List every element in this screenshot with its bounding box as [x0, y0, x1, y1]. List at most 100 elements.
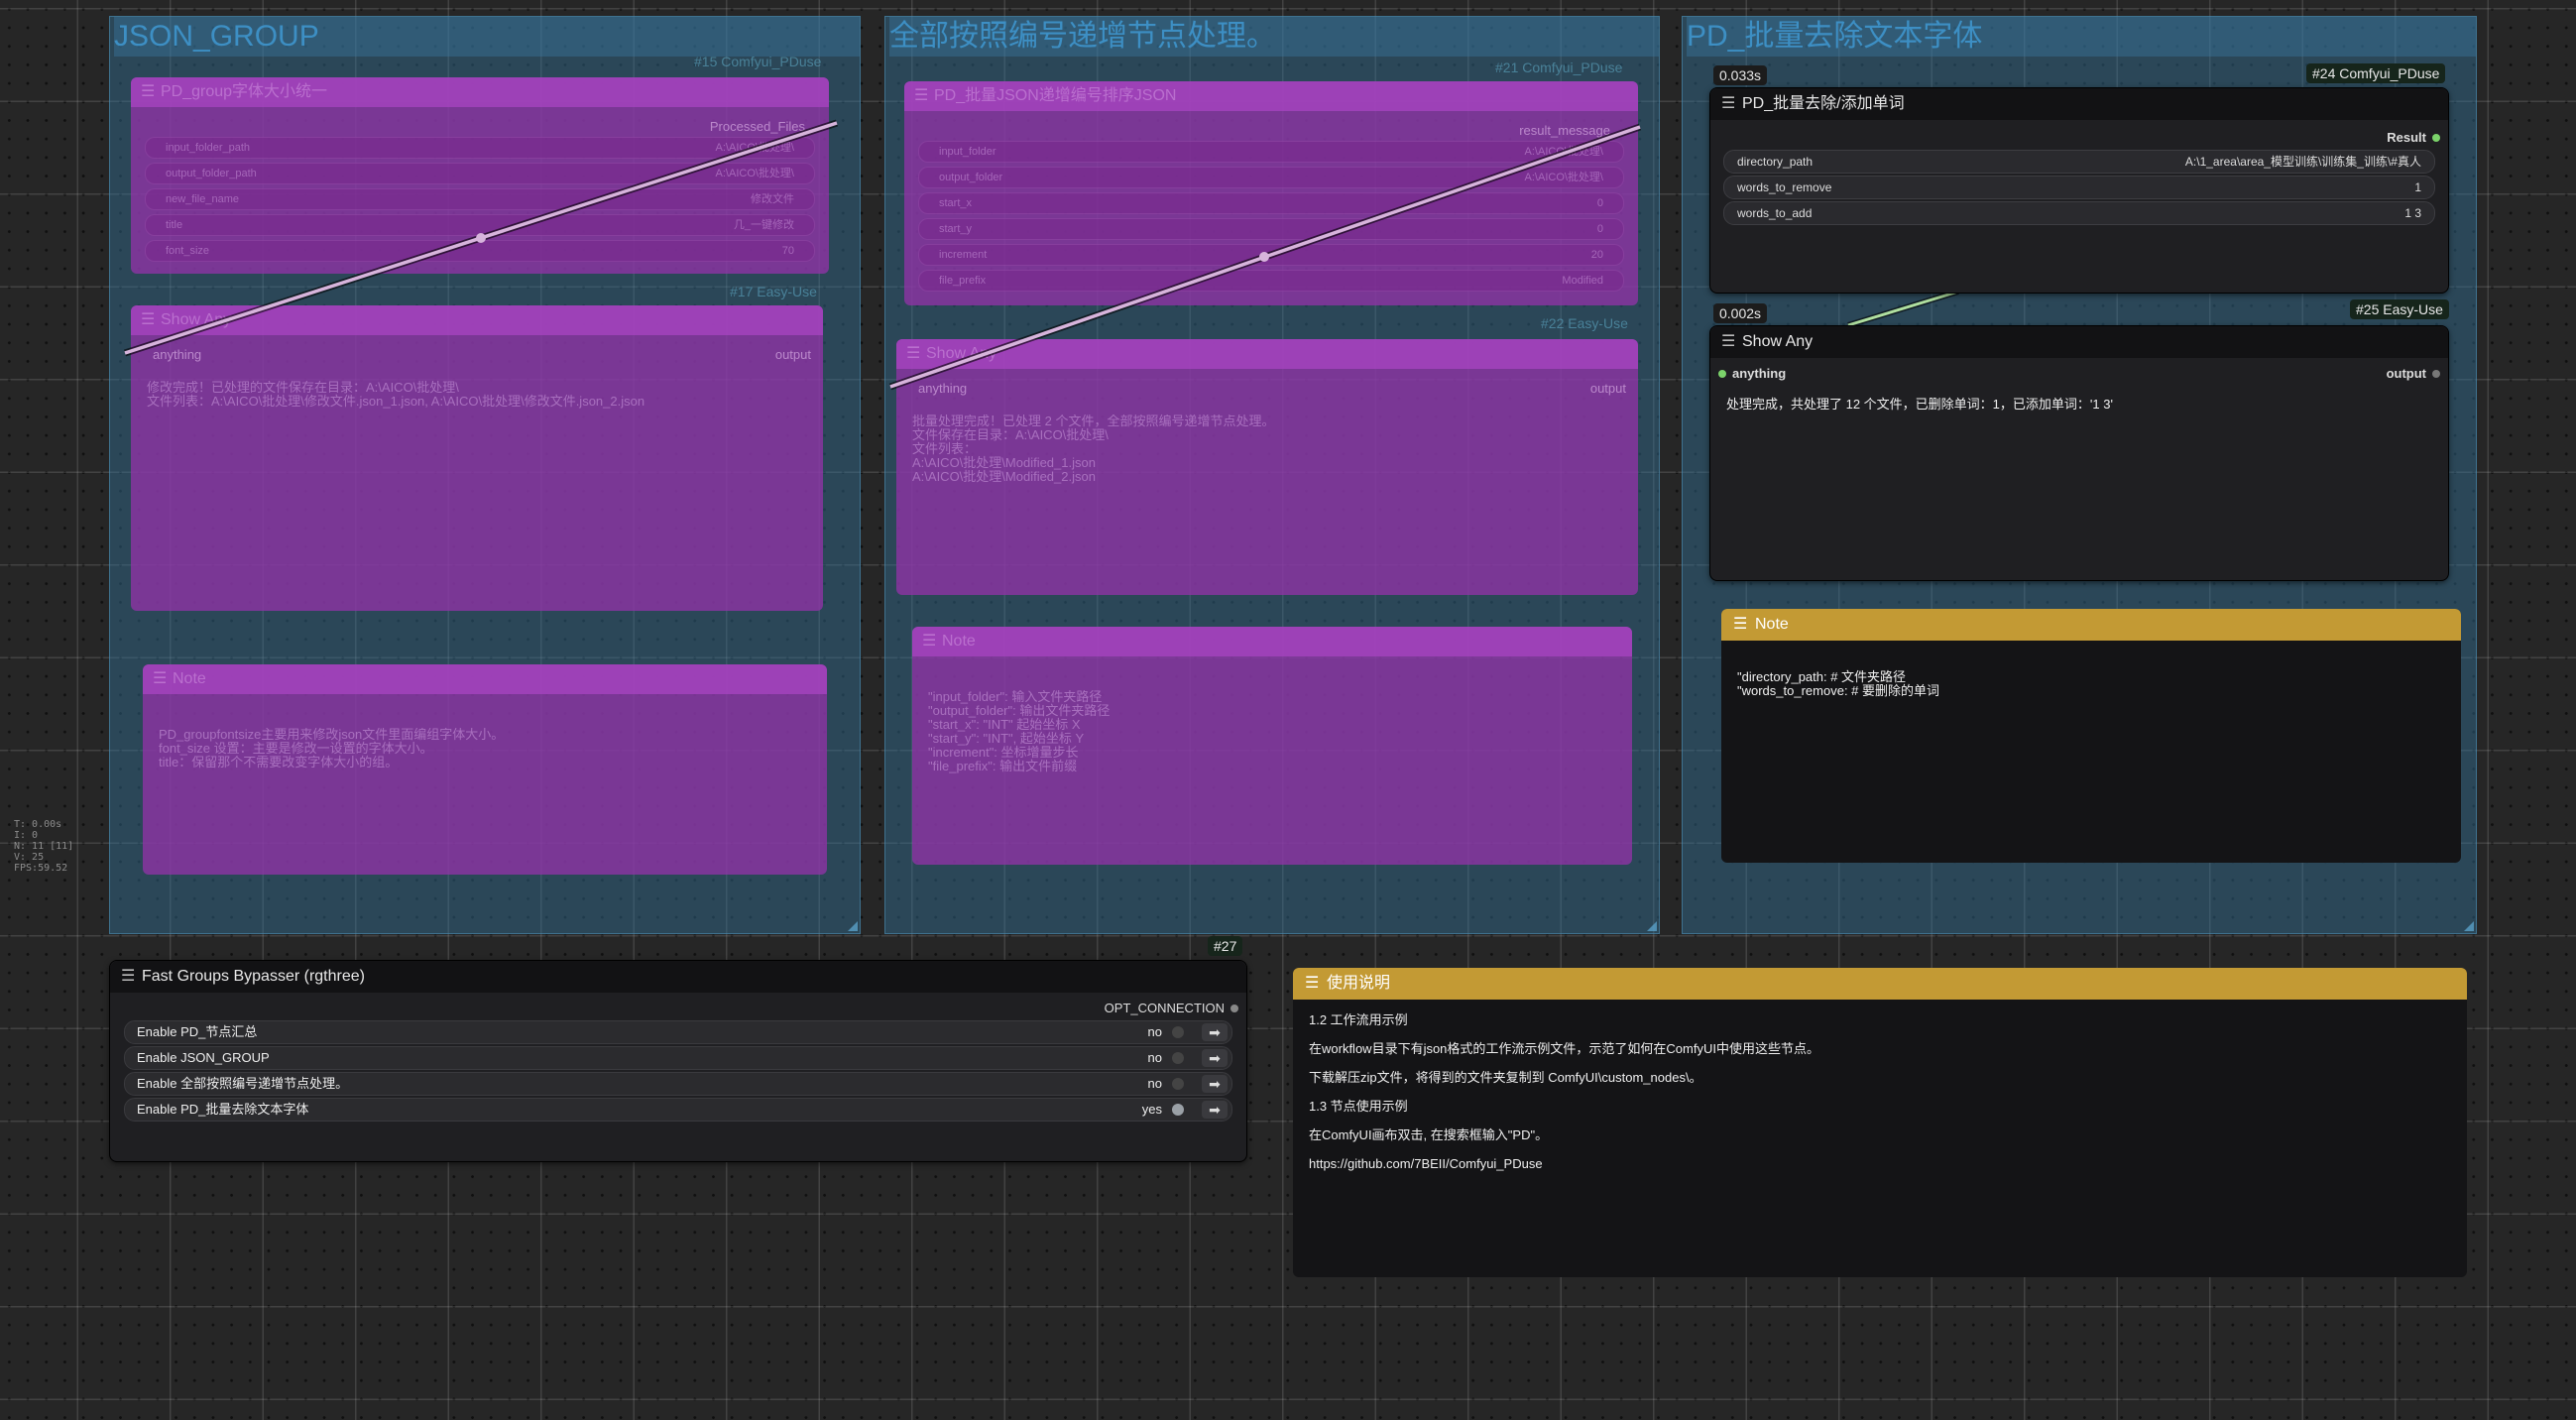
node-id-badge: #24 Comfyui_PDuse — [2306, 63, 2446, 83]
node-title: Show Any — [161, 311, 232, 328]
group-resize-handle[interactable] — [2464, 921, 2474, 931]
hamburger-icon[interactable]: ☰ — [141, 305, 155, 335]
output-slot-label: output — [1589, 381, 1626, 396]
group-title[interactable]: 全部按照编号递增节点处理。 — [889, 17, 1659, 57]
node-id-badge: #22 Easy-Use — [1541, 315, 1628, 331]
node-title: PD_批量去除/添加单词 — [1742, 95, 1905, 112]
widget-start-y[interactable]: start_y 0 — [918, 218, 1624, 240]
node-title: 使用说明 — [1327, 975, 1391, 992]
group-resize-handle[interactable] — [848, 921, 858, 931]
node-note-3[interactable]: ☰ Note "directory_path: # 文件夹路径 "words_to… — [1721, 609, 2461, 863]
usage-line: 在workflow目录下有json格式的工作流示例文件，示范了如何在ComfyU… — [1309, 1041, 1819, 1056]
toggle-dot[interactable] — [1172, 1078, 1184, 1090]
node-group-font-size[interactable]: ☰ PD_group字体大小统一 Processed_Files input_fo… — [131, 77, 829, 274]
execution-time-badge: 0.033s — [1713, 65, 1768, 85]
node-fast-groups-bypasser[interactable]: ☰ Fast Groups Bypasser (rgthree) OPT_CONN… — [109, 960, 1247, 1162]
node-show-any-25[interactable]: ☰ Show Any anything output 处理完成，共处理了 12 个… — [1709, 325, 2449, 581]
node-note-2[interactable]: ☰ Note "input_folder": 输入文件夹路径 "output_fo… — [912, 627, 1632, 865]
note-text: "directory_path: # 文件夹路径 "words_to_remov… — [1737, 669, 1940, 698]
input-slot-label: anything — [918, 381, 968, 396]
render-stats: T: 0.00s I: 0 N: 11 [11] V: 25 FPS:59.52 — [14, 819, 74, 874]
output-slot-label: output — [2386, 366, 2426, 381]
arrow-right-icon[interactable]: ➡ — [1202, 1101, 1228, 1119]
output-slot-label: output — [774, 347, 811, 362]
node-title: Show Any — [1742, 333, 1814, 350]
usage-line: 在ComfyUI画布双击, 在搜索框输入"PD"。 — [1309, 1127, 1549, 1142]
node-id-badge: #27 — [1208, 936, 1243, 956]
widget-increment[interactable]: increment 20 — [918, 244, 1624, 266]
widget-directory-path[interactable]: directory_path A:\1_area\area_模型训练\训练集_训练… — [1723, 150, 2435, 174]
toggle-dot[interactable] — [1172, 1052, 1184, 1064]
node-show-any-17[interactable]: ☰ Show Any anything output 修改完成！已处理的文件保存在… — [131, 305, 823, 611]
output-slot-label: Processed_Files — [709, 119, 805, 134]
bypasser-row-batch-text-group[interactable]: Enable PD_批量去除文本字体 yes ➡ — [124, 1098, 1232, 1122]
bypasser-row-increment-group[interactable]: Enable 全部按照编号递增节点处理。 no ➡ — [124, 1072, 1232, 1096]
widget-file-prefix[interactable]: file_prefix Modified — [918, 270, 1624, 292]
show-any-text: 处理完成，共处理了 12 个文件，已删除单词：1，已添加单词：'1 3' — [1726, 397, 2113, 412]
group-title[interactable]: JSON_GROUP — [114, 17, 860, 57]
execution-time-badge: 0.002s — [1713, 303, 1768, 323]
group-resize-handle[interactable] — [1647, 921, 1657, 931]
node-title: Note — [173, 670, 206, 687]
toggle-dot[interactable] — [1172, 1026, 1184, 1038]
input-slot-label: anything — [1732, 366, 1787, 381]
note-text: PD_groupfontsize主要用来修改json文件里面编组字体大小。 fo… — [159, 728, 505, 769]
group-title[interactable]: PD_批量去除文本字体 — [1687, 17, 2476, 57]
usage-link[interactable]: https://github.com/7BEII/Comfyui_PDuse — [1309, 1157, 2451, 1171]
hamburger-icon[interactable]: ☰ — [121, 961, 135, 993]
widget-input-folder[interactable]: input_folder A:\AICO\批处理\ — [918, 141, 1624, 163]
usage-line: 1.3 节点使用示例 — [1309, 1099, 1408, 1114]
output-slot-label: Result — [2387, 130, 2426, 145]
node-title: Fast Groups Bypasser (rgthree) — [142, 968, 365, 985]
node-show-any-22[interactable]: ☰ Show Any anything output 批量处理完成！已处理 2 个… — [896, 339, 1638, 595]
hamburger-icon[interactable]: ☰ — [906, 339, 920, 369]
hamburger-icon[interactable]: ☰ — [153, 664, 167, 694]
bypasser-row-pd-nodes[interactable]: Enable PD_节点汇总 no ➡ — [124, 1020, 1232, 1044]
show-any-text: 批量处理完成！已处理 2 个文件，全部按照编号递增节点处理。 文件保存在目录：A… — [912, 414, 1275, 484]
node-id-badge: #25 Easy-Use — [2350, 299, 2449, 319]
widget-start-x[interactable]: start_x 0 — [918, 192, 1624, 214]
note-text: "input_folder": 输入文件夹路径 "output_folder":… — [928, 690, 1111, 773]
usage-line: 1.2 工作流用示例 — [1309, 1012, 1408, 1027]
output-slot-dot[interactable] — [2432, 370, 2440, 378]
output-slot-label: result_message — [1519, 123, 1610, 138]
bypasser-row-json-group[interactable]: Enable JSON_GROUP no ➡ — [124, 1046, 1232, 1070]
output-slot-label: OPT_CONNECTION — [1104, 1001, 1225, 1015]
arrow-right-icon[interactable]: ➡ — [1202, 1049, 1228, 1067]
widget-title[interactable]: title 几_一键修改 — [145, 214, 815, 236]
hamburger-icon[interactable]: ☰ — [1721, 88, 1735, 120]
widget-words-to-remove[interactable]: words_to_remove 1 — [1723, 176, 2435, 199]
arrow-right-icon[interactable]: ➡ — [1202, 1023, 1228, 1041]
hamburger-icon[interactable]: ☰ — [141, 77, 155, 107]
input-slot-dot[interactable] — [1718, 370, 1726, 378]
hamburger-icon[interactable]: ☰ — [1721, 326, 1735, 358]
widget-output-folder-path[interactable]: output_folder_path A:\AICO\批处理\ — [145, 163, 815, 184]
node-note-1[interactable]: ☰ Note PD_groupfontsize主要用来修改json文件里面编组字体… — [143, 664, 827, 875]
node-title: Note — [1755, 616, 1789, 633]
node-id-badge: #17 Easy-Use — [730, 284, 817, 299]
node-title: Note — [942, 633, 976, 650]
node-json-sort[interactable]: ☰ PD_批量JSON递增编号排序JSON result_message inpu… — [904, 81, 1638, 305]
node-batch-remove-add-words[interactable]: ☰ PD_批量去除/添加单词 Result directory_path A:\1_… — [1709, 87, 2449, 294]
usage-line: 下载解压zip文件，将得到的文件夹复制到 ComfyUI\custom_node… — [1309, 1070, 1702, 1085]
toggle-dot[interactable] — [1172, 1104, 1184, 1116]
widget-input-folder-path[interactable]: input_folder_path A:\AICO\批处理\ — [145, 137, 815, 159]
node-title: Show Any — [926, 345, 997, 362]
hamburger-icon[interactable]: ☰ — [914, 81, 928, 111]
widget-new-file-name[interactable]: new_file_name 修改文件 — [145, 188, 815, 210]
node-id-badge: #21 Comfyui_PDuse — [1495, 59, 1623, 75]
node-title: PD_批量JSON递增编号排序JSON — [934, 87, 1177, 104]
output-slot-dot[interactable] — [1230, 1005, 1238, 1012]
show-any-text: 修改完成！已处理的文件保存在目录：A:\AICO\批处理\ 文件列表：A:\AI… — [147, 381, 645, 409]
node-id-badge: #15 Comfyui_PDuse — [694, 54, 822, 69]
output-slot-dot[interactable] — [2432, 134, 2440, 142]
node-usage-note[interactable]: ☰ 使用说明 1.2 工作流用示例 在workflow目录下有json格式的工作流… — [1293, 968, 2467, 1277]
hamburger-icon[interactable]: ☰ — [1733, 609, 1747, 641]
input-slot-label: anything — [153, 347, 202, 362]
widget-output-folder[interactable]: output_folder A:\AICO\批处理\ — [918, 167, 1624, 188]
widget-words-to-add[interactable]: words_to_add 1 3 — [1723, 201, 2435, 225]
arrow-right-icon[interactable]: ➡ — [1202, 1075, 1228, 1093]
hamburger-icon[interactable]: ☰ — [922, 627, 936, 656]
hamburger-icon[interactable]: ☰ — [1305, 968, 1319, 1000]
widget-font-size[interactable]: font_size 70 — [145, 240, 815, 262]
